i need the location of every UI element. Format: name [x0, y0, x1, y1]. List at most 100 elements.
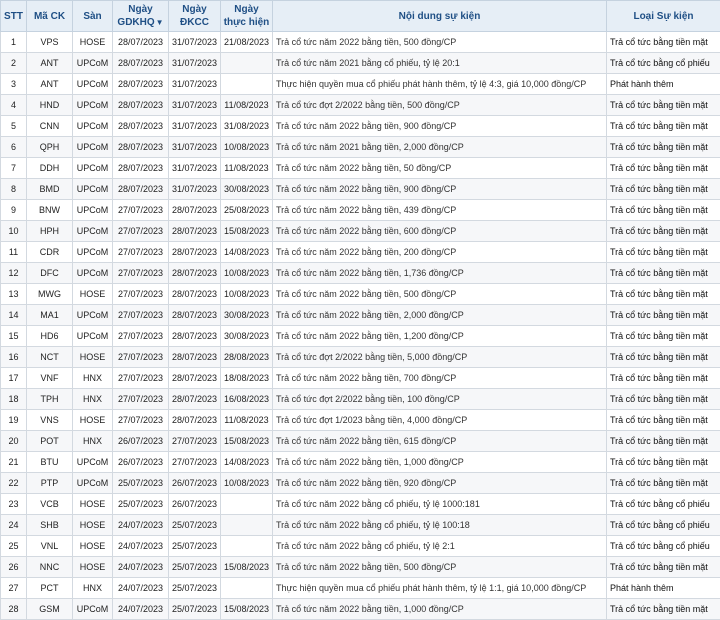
cell-ngay-thuc-hien — [221, 53, 273, 74]
cell-stt: 16 — [1, 347, 27, 368]
cell-noi-dung: Trả cổ tức năm 2022 bằng tiền, 500 đồng/… — [273, 557, 607, 578]
cell-loai-su-kien: Trả cổ tức bằng tiền mặt — [607, 431, 720, 452]
cell-ma-ck[interactable]: VCB — [27, 494, 73, 515]
sort-down-icon[interactable]: ▼ — [156, 18, 164, 27]
table-row[interactable]: 17VNFHNX27/07/202328/07/202318/08/2023Tr… — [1, 368, 720, 389]
table-row[interactable]: 6QPHUPCoM28/07/202331/07/202310/08/2023T… — [1, 137, 720, 158]
cell-stt: 4 — [1, 95, 27, 116]
header-ma-ck[interactable]: Mã CK — [27, 1, 73, 32]
cell-loai-su-kien: Trả cổ tức bằng tiền mặt — [607, 179, 720, 200]
cell-loai-su-kien: Trả cổ tức bằng tiền mặt — [607, 200, 720, 221]
cell-san: UPCoM — [73, 305, 113, 326]
cell-ma-ck[interactable]: TPH — [27, 389, 73, 410]
table-row[interactable]: 2ANTUPCoM28/07/202331/07/2023Trả cổ tức … — [1, 53, 720, 74]
cell-stt: 22 — [1, 473, 27, 494]
cell-ngay-dkcc: 26/07/2023 — [169, 494, 221, 515]
table-row[interactable]: 5CNNUPCoM28/07/202331/07/202331/08/2023T… — [1, 116, 720, 137]
cell-ngay-gdkhq: 27/07/2023 — [113, 389, 169, 410]
header-san[interactable]: Sàn — [73, 1, 113, 32]
cell-ma-ck[interactable]: PCT — [27, 578, 73, 599]
cell-stt: 8 — [1, 179, 27, 200]
table-row[interactable]: 22PTPUPCoM25/07/202326/07/202310/08/2023… — [1, 473, 720, 494]
cell-ma-ck[interactable]: VNS — [27, 410, 73, 431]
cell-stt: 18 — [1, 389, 27, 410]
cell-ngay-dkcc: 31/07/2023 — [169, 179, 221, 200]
table-row[interactable]: 14MA1UPCoM27/07/202328/07/202330/08/2023… — [1, 305, 720, 326]
table-row[interactable]: 12DFCUPCoM27/07/202328/07/202310/08/2023… — [1, 263, 720, 284]
cell-ma-ck[interactable]: DDH — [27, 158, 73, 179]
cell-ma-ck[interactable]: VNF — [27, 368, 73, 389]
cell-san: HNX — [73, 578, 113, 599]
table-row[interactable]: 26NNCHOSE24/07/202325/07/202315/08/2023T… — [1, 557, 720, 578]
cell-ma-ck[interactable]: GSM — [27, 599, 73, 620]
table-row[interactable]: 19VNSHOSE27/07/202328/07/202311/08/2023T… — [1, 410, 720, 431]
table-row[interactable]: 18TPHHNX27/07/202328/07/202316/08/2023Tr… — [1, 389, 720, 410]
table-row[interactable]: 24SHBHOSE24/07/202325/07/2023Trả cổ tức … — [1, 515, 720, 536]
cell-stt: 20 — [1, 431, 27, 452]
cell-ngay-thuc-hien: 15/08/2023 — [221, 431, 273, 452]
header-ngay-thuc-hien[interactable]: Ngày thực hiện — [221, 1, 273, 32]
table-row[interactable]: 11CDRUPCoM27/07/202328/07/202314/08/2023… — [1, 242, 720, 263]
cell-ma-ck[interactable]: NNC — [27, 557, 73, 578]
cell-ma-ck[interactable]: POT — [27, 431, 73, 452]
cell-stt: 24 — [1, 515, 27, 536]
cell-san: UPCoM — [73, 74, 113, 95]
table-row[interactable]: 7DDHUPCoM28/07/202331/07/202311/08/2023T… — [1, 158, 720, 179]
cell-ngay-dkcc: 28/07/2023 — [169, 389, 221, 410]
table-row[interactable]: 15HD6UPCoM27/07/202328/07/202330/08/2023… — [1, 326, 720, 347]
cell-ma-ck[interactable]: HD6 — [27, 326, 73, 347]
cell-loai-su-kien: Trả cổ tức bằng tiền mặt — [607, 32, 720, 53]
cell-ma-ck[interactable]: VPS — [27, 32, 73, 53]
table-row[interactable]: 1VPSHOSE28/07/202331/07/202321/08/2023Tr… — [1, 32, 720, 53]
table-row[interactable]: 3ANTUPCoM28/07/202331/07/2023Thực hiện q… — [1, 74, 720, 95]
table-row[interactable]: 25VNLHOSE24/07/202325/07/2023Trả cổ tức … — [1, 536, 720, 557]
cell-ngay-dkcc: 28/07/2023 — [169, 410, 221, 431]
cell-ma-ck[interactable]: MWG — [27, 284, 73, 305]
cell-ma-ck[interactable]: ANT — [27, 74, 73, 95]
cell-noi-dung: Trả cổ tức năm 2022 bằng tiền, 900 đồng/… — [273, 179, 607, 200]
table-row[interactable]: 4HNDUPCoM28/07/202331/07/202311/08/2023T… — [1, 95, 720, 116]
cell-ngay-gdkhq: 27/07/2023 — [113, 410, 169, 431]
table-row[interactable]: 9BNWUPCoM27/07/202328/07/202325/08/2023T… — [1, 200, 720, 221]
header-ngay-gdkhq[interactable]: Ngày GDKHQ▼ — [113, 1, 169, 32]
cell-stt: 10 — [1, 221, 27, 242]
cell-ma-ck[interactable]: DFC — [27, 263, 73, 284]
cell-ma-ck[interactable]: QPH — [27, 137, 73, 158]
cell-ma-ck[interactable]: HND — [27, 95, 73, 116]
cell-ma-ck[interactable]: BMD — [27, 179, 73, 200]
cell-ma-ck[interactable]: SHB — [27, 515, 73, 536]
header-loai-su-kien[interactable]: Loại Sự kiện — [607, 1, 720, 32]
cell-ma-ck[interactable]: CNN — [27, 116, 73, 137]
cell-ma-ck[interactable]: VNL — [27, 536, 73, 557]
table-row[interactable]: 10HPHUPCoM27/07/202328/07/202315/08/2023… — [1, 221, 720, 242]
cell-loai-su-kien: Phát hành thêm — [607, 74, 720, 95]
cell-ma-ck[interactable]: PTP — [27, 473, 73, 494]
header-ngay-dkcc[interactable]: Ngày ĐKCC — [169, 1, 221, 32]
table-row[interactable]: 28GSMUPCoM24/07/202325/07/202315/08/2023… — [1, 599, 720, 620]
table-row[interactable]: 8BMDUPCoM28/07/202331/07/202330/08/2023T… — [1, 179, 720, 200]
cell-ngay-gdkhq: 28/07/2023 — [113, 32, 169, 53]
cell-ngay-gdkhq: 27/07/2023 — [113, 284, 169, 305]
table-row[interactable]: 27PCTHNX24/07/202325/07/2023Thực hiện qu… — [1, 578, 720, 599]
cell-ngay-dkcc: 31/07/2023 — [169, 116, 221, 137]
cell-ma-ck[interactable]: HPH — [27, 221, 73, 242]
table-row[interactable]: 13MWGHOSE27/07/202328/07/202310/08/2023T… — [1, 284, 720, 305]
cell-ngay-gdkhq: 27/07/2023 — [113, 221, 169, 242]
table-row[interactable]: 20POTHNX26/07/202327/07/202315/08/2023Tr… — [1, 431, 720, 452]
cell-ngay-dkcc: 28/07/2023 — [169, 200, 221, 221]
table-row[interactable]: 23VCBHOSE25/07/202326/07/2023Trả cổ tức … — [1, 494, 720, 515]
cell-ma-ck[interactable]: BTU — [27, 452, 73, 473]
cell-stt: 15 — [1, 326, 27, 347]
table-row[interactable]: 16NCTHOSE27/07/202328/07/202328/08/2023T… — [1, 347, 720, 368]
cell-ma-ck[interactable]: MA1 — [27, 305, 73, 326]
cell-loai-su-kien: Trả cổ tức bằng tiền mặt — [607, 116, 720, 137]
cell-ngay-dkcc: 31/07/2023 — [169, 53, 221, 74]
cell-ma-ck[interactable]: CDR — [27, 242, 73, 263]
cell-ngay-dkcc: 28/07/2023 — [169, 347, 221, 368]
cell-ma-ck[interactable]: ANT — [27, 53, 73, 74]
cell-ma-ck[interactable]: BNW — [27, 200, 73, 221]
table-row[interactable]: 21BTUUPCoM26/07/202327/07/202314/08/2023… — [1, 452, 720, 473]
cell-ngay-gdkhq: 27/07/2023 — [113, 368, 169, 389]
cell-noi-dung: Trả cổ tức năm 2022 bằng tiền, 50 đồng/C… — [273, 158, 607, 179]
cell-ma-ck[interactable]: NCT — [27, 347, 73, 368]
